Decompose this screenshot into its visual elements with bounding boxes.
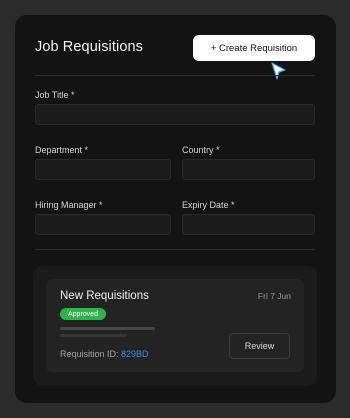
requisition-id-label: Requisition ID: bbox=[60, 349, 122, 359]
hiring-manager-label: Hiring Manager * bbox=[35, 200, 103, 210]
country-label: Country * bbox=[182, 145, 220, 155]
requisition-id-value: 829BD bbox=[121, 349, 149, 359]
placeholder-line bbox=[60, 334, 127, 337]
requisition-card: New Requisitions Fri 7 Jun Approved Requ… bbox=[46, 279, 304, 372]
form-divider bbox=[35, 249, 315, 250]
review-button[interactable]: Review bbox=[229, 333, 290, 359]
expiry-date-label: Expiry Date * bbox=[182, 200, 235, 210]
job-requisitions-card: Job Requisitions + Create Requisition Jo… bbox=[15, 15, 336, 403]
requisitions-panel: New Requisitions Fri 7 Jun Approved Requ… bbox=[33, 266, 317, 386]
job-title-input[interactable] bbox=[35, 104, 315, 125]
department-label: Department * bbox=[35, 145, 89, 155]
requisition-id: Requisition ID: 829BD bbox=[60, 349, 149, 359]
header-divider bbox=[35, 75, 315, 76]
country-input[interactable] bbox=[182, 159, 315, 180]
placeholder-line bbox=[60, 327, 155, 330]
job-title-label: Job Title * bbox=[35, 90, 75, 100]
requisition-title: New Requisitions bbox=[60, 290, 149, 302]
create-requisition-button[interactable]: + Create Requisition bbox=[193, 35, 315, 61]
department-input[interactable] bbox=[35, 159, 171, 180]
requisition-date: Fri 7 Jun bbox=[257, 291, 291, 301]
status-badge: Approved bbox=[60, 308, 106, 320]
mouse-pointer-icon bbox=[271, 62, 286, 80]
expiry-date-input[interactable] bbox=[182, 214, 315, 235]
hiring-manager-input[interactable] bbox=[35, 214, 171, 235]
page-title: Job Requisitions bbox=[35, 39, 143, 55]
